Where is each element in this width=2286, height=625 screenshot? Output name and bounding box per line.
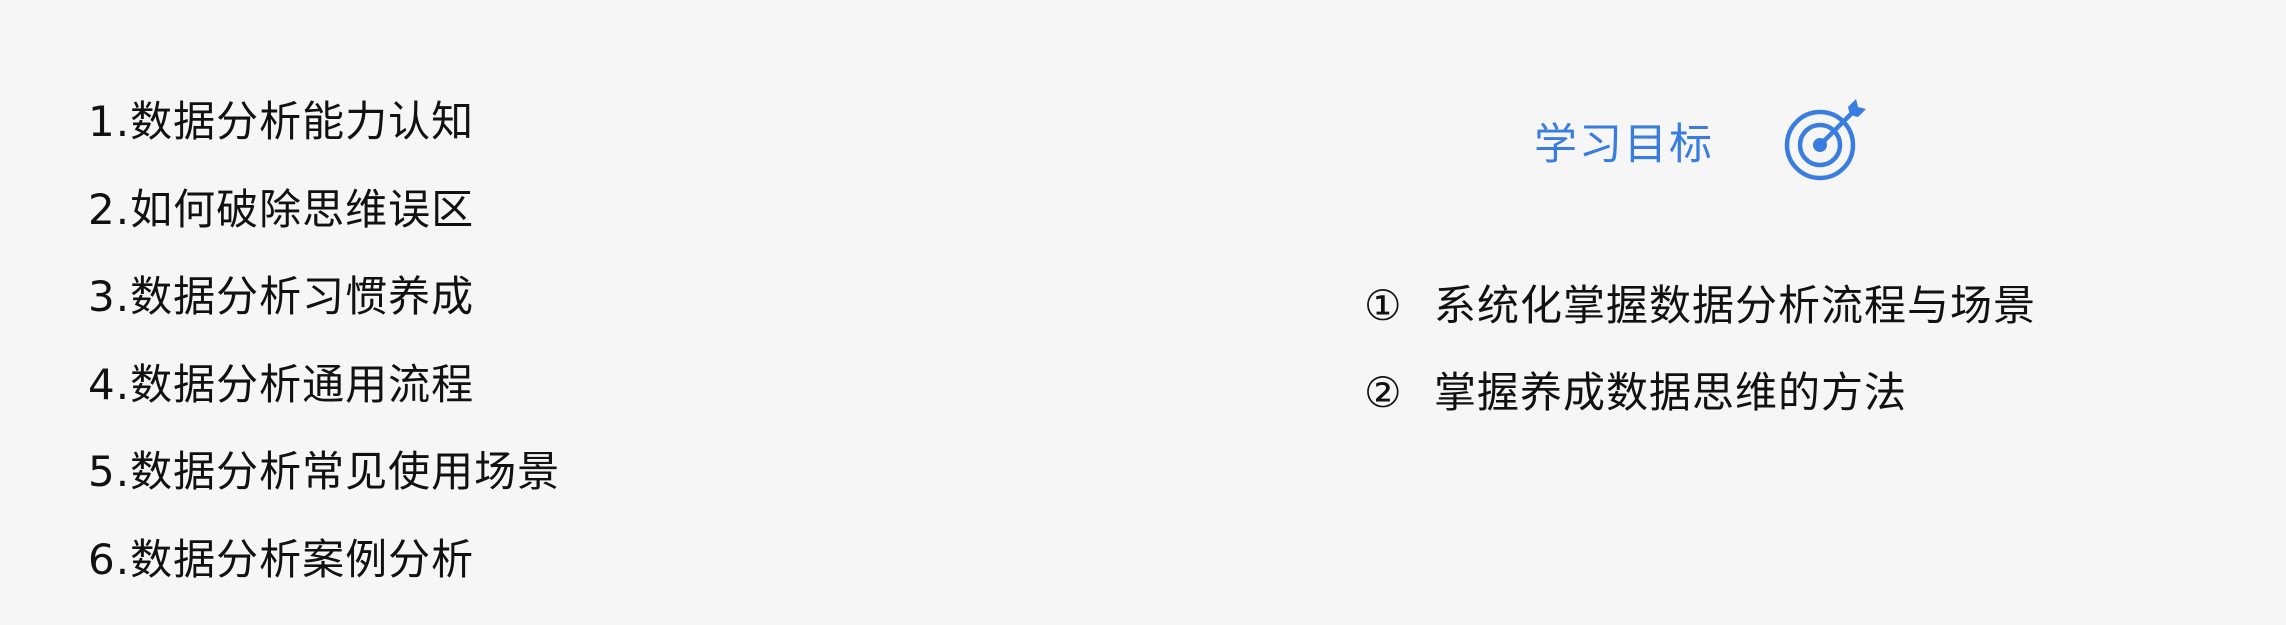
agenda-item-2: 2.如何破除思维误区 — [88, 184, 475, 234]
slide: { "agenda": { "items": [ "1.数据分析能力认知", "… — [0, 0, 2286, 625]
goals-title: 学习目标 — [1534, 120, 1714, 170]
agenda-item-4: 4.数据分析通用流程 — [88, 359, 475, 409]
agenda-item-6: 6.数据分析案例分析 — [88, 534, 475, 584]
goal-item-1: ① 系统化掌握数据分析流程与场景 — [1364, 262, 2036, 349]
agenda-list: 1.数据分析能力认知 2.如何破除思维误区 3.数据分析习惯养成 4.数据分析通… — [88, 78, 560, 603]
goals-list: ① 系统化掌握数据分析流程与场景 ② 掌握养成数据思维的方法 — [1364, 262, 2036, 436]
goal-number: ② — [1364, 368, 1402, 417]
goal-number: ① — [1364, 281, 1402, 330]
agenda-item-5: 5.数据分析常见使用场景 — [88, 447, 561, 496]
goal-item-2: ② 掌握养成数据思维的方法 — [1364, 349, 2036, 436]
agenda-item-3: 3.数据分析习惯养成 — [88, 272, 475, 321]
goal-text: 掌握养成数据思维的方法 — [1434, 368, 1908, 417]
target-icon — [1784, 99, 1866, 181]
goals-header: 学习目标 — [1534, 98, 1872, 184]
agenda-item-1: 1.数据分析能力认知 — [88, 97, 475, 146]
goal-text: 系统化掌握数据分析流程与场景 — [1434, 281, 2037, 330]
